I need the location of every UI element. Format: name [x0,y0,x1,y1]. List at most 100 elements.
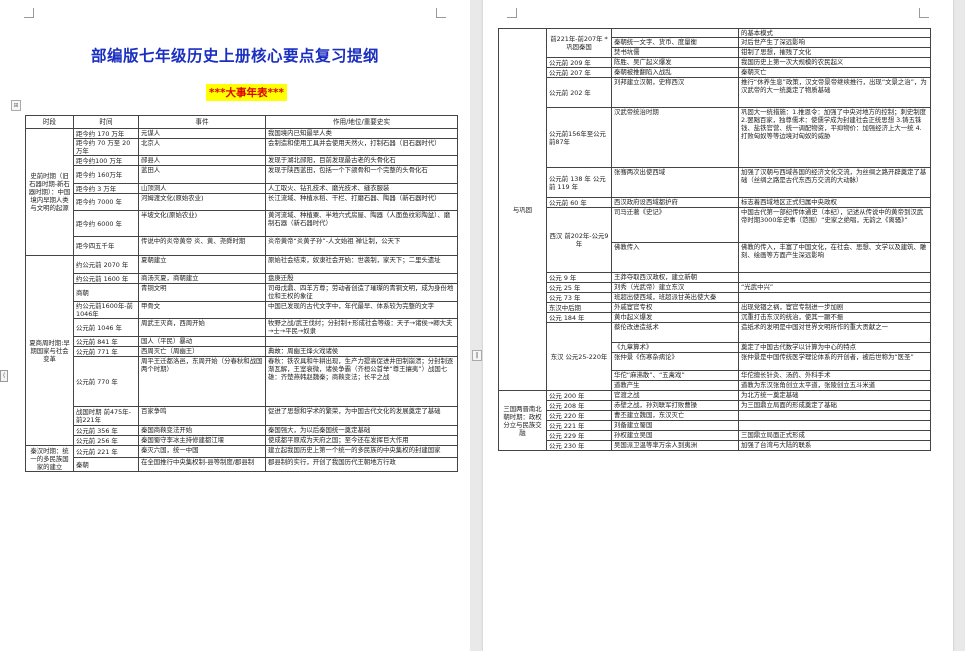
table-row: 公元 229 年孙权建立吴国 三国鼎立局面正式形成 [499,430,931,441]
table-row: 公元 73 年班超出使西域，班超派甘英出使大秦 [499,292,931,303]
time-cell: 东汉 公元25-220年 [546,322,612,391]
time-cell: 战国时期 前475年-前221年 [73,406,139,426]
note-cell: 会制造和使用工具并会使用天然火，打制石器（旧石器时代） [265,138,458,156]
time-cell: 公元前 221 年 [73,445,139,458]
event-cell: 西周灭亡（周幽王） [138,346,266,357]
note-cell: 秦国强大，为以后秦国统一奠定基础 [265,425,458,436]
time-cell: 距今四五千年 [73,236,139,256]
event-cell: 秦国商鞅变法开始 [138,425,266,436]
note-cell [738,292,931,303]
event-cell: 蔡伦改进造纸术 [611,322,739,343]
event-cell: 赤壁之战，孙刘联军打败曹操 [611,400,739,411]
note-cell: 原始社会结束，奴隶社会开始：世袭制，家天下；二里头遗址 [265,255,458,274]
event-cell: 张骞两次出使西域 [611,167,739,198]
event-cell: 华佗“麻沸散”、“五禽戏” [611,370,739,381]
note-cell: 奠定了中国古代数学以计算为中心的特点 [738,342,931,353]
chronology-table-1: 时段 时间 事件 作用/地位/重要史实 史前时期（旧石器时期-新石器时期）：中国… [25,115,458,472]
time-cell: 公元 230 年 [546,440,612,451]
time-cell: 距今约 3 万年 [73,183,139,194]
event-cell: 北京人 [138,138,266,156]
note-cell: 春秋：铁农具和牛耕出现，生产力提高促进井田制崩溃；分封制逐渐瓦解，王室衰微，诸侯… [265,356,458,407]
table-row: 公元前 209 年陈胜、吴广起义爆发 我国历史上第一次大规模的农民起义 [499,57,931,68]
time-cell: 公元前 207 年 [546,67,612,78]
time-cell: 距今约 170 万年 [73,128,139,139]
note-cell: 为北方统一奠定基础 [738,390,931,401]
table-row: 与巩固 前221年-前207年 *巩固秦国 的基本模式 [498,28,931,391]
section-badge: ***大事年表*** [206,84,287,101]
table-row: 公元 221 年刘备建立蜀国 [499,420,931,431]
table-row: 距今约 7000 年河姆渡文化(原始农业) 长江流域、种植水稻、干栏、打磨石器、陶… [26,193,458,211]
note-cell: 牧野之战/武王伐纣；分封制+形成社会等级：天子→诸侯→卿大夫→士→平民→奴隶 [265,318,458,337]
time-cell: 公元前 771 年 [73,346,139,357]
note-cell: 盘庚迁殷 [265,273,458,284]
note-cell: 我国境内已知最早人类 [265,128,458,139]
collapse-arrow-icon[interactable]: ⟨ [0,370,8,382]
event-cell: 外戚宦官专权 [611,302,739,313]
note-cell: 道教为东汉张角创立太平道，张陵创立五斗米道 [738,380,931,391]
page-split-handle-icon[interactable]: ‖ [472,350,482,361]
document-page-2: 与巩固 前221年-前207年 *巩固秦国 的基本模式 秦朝统一文字、货币、度量衡 对后… [483,0,953,651]
table-row: 夏商周时期:早期国家与社会变革 约公元前 2070 年夏朝建立 原始社会结束，奴隶社… [25,255,458,446]
time-cell: 东汉中后期 [546,302,612,313]
event-cell: 王莽夺取西汉政权，建立新朝 [611,272,739,283]
period-cell: 秦汉时期：统一的多民族国家的建立 [25,445,74,472]
note-cell: 推行“休养生息”政策，汉文帝景帝继续推行，出现“文景之治”，为汉武帝的大一统奠定… [738,77,931,108]
table-row: 公元 184 年黄巾起义爆发 沉重打击东汉的统治，使其一蹶不振 [499,312,931,323]
table-row: 公元前 207 年秦朝被推翻陷入战乱 秦朝灭亡 [499,67,931,78]
note-cell: 中国古代第一部纪传体通史（本纪），记述从传说中的黄帝到汉武帝时期3000年史事（… [738,207,931,243]
event-cell: 商汤灭夏，商朝建立 [138,273,266,284]
note-cell: 标志着西域地区正式归属中央政权 [738,197,931,208]
event-cell: 《九章算术》 [611,342,739,353]
note-cell: 的基本模式 [738,28,931,38]
time-cell: 距今约100 万年 [73,155,139,166]
table-row: 约公元前 1600 年商汤灭夏，商朝建立 盘庚迁殷 [26,273,458,284]
table-row: 约公元前1600年-前1046年 甲骨文 中国已发现的古代文字中，年代最早、体系较为… [26,301,458,319]
event-cell: 甲骨文 [138,301,266,319]
time-cell: 距今约 160万年 [73,165,139,184]
table-row: 公元 208 年赤壁之战，孙刘联军打败曹操 为三国鼎立局面的形成奠定了基础 [499,400,931,411]
table-row: 距今四五千年 传说中的炎帝黄帝 炎、黄、尧舜时期 炎帝黄帝“炎黄子孙”-人文始祖 禅… [26,236,458,256]
table-row: 公元前 202 年刘邦建立汉朝，史称西汉 推行“休养生息”政策，汉文帝景帝继续推行… [499,77,931,108]
time-cell: 公元 221 年 [546,420,612,431]
note-cell: 长江流域、种植水稻、干栏、打磨石器、陶器（新石器时代） [265,193,458,211]
note-cell: 造纸术的发明是中国对世界文明所作的重大贡献之一 [738,322,931,343]
note-cell: 典故：周幽王烽火戏诸侯 [265,346,458,357]
table-row: 公元前 138 年 公元前 119 年张骞两次出使西域 加强了汉朝与西域各国的经济… [499,167,931,198]
note-cell: 发现于陕西蓝田，包括一个下颌骨和一个完整的头骨化石 [265,165,458,184]
time-cell: 约公元前 1600 年 [73,273,139,284]
note-cell: 加强了台湾与大陆的联系 [738,440,931,451]
time-cell: 公元 25 年 [546,282,612,293]
note-cell: 使成都平原成为天府之国；至今还在发挥巨大作用 [265,435,458,446]
table-row: 公元 9 年王莽夺取西汉政权，建立新朝 [499,272,931,283]
time-cell: 公元前 60 年 [546,197,612,208]
time-cell: 西汉 前202年-公元9年 [546,207,612,273]
note-cell: 炎帝黄帝“炎黄子孙”-人文始祖 禅让制，公天下 [265,236,458,256]
event-cell: 秦朝统一文字、货币、度量衡 [611,37,739,48]
table-row: 距今约100 万年 郧县人 发现于湖北郧阳，目前发现最古老的头骨化石 [26,155,458,166]
event-cell: 河姆渡文化(原始农业) [138,193,266,211]
page-corner-mark [507,8,517,18]
note-cell: 三国鼎立局面正式形成 [738,430,931,441]
note-cell: 促进了思想和学术的繁荣，为中国古代文化的发展奠定了基础 [265,406,458,426]
table-row: 东汉 公元25-220年 蔡伦改进造纸术 造纸术的发明是中国对世界文明所作的重大贡献… [499,322,931,391]
note-cell: 为三国鼎立局面的形成奠定了基础 [738,400,931,411]
event-cell: 黄巾起义爆发 [611,312,739,323]
header-period: 时段 [25,115,74,129]
event-cell: 在全国推行中央集权制-县等制度/郡县制 [138,457,266,472]
time-cell: 公元前 1046 年 [73,318,139,337]
time-cell: 公元 200 年 [546,390,612,401]
event-cell: 刘邦建立汉朝，史称西汉 [611,77,739,108]
period-cell: 夏商周时期:早期国家与社会变革 [25,255,74,446]
note-cell: “光武中兴” [738,282,931,293]
table-row: 秦汉时期：统一的多民族国家的建立 公元前 221 年秦灭六国，统一中国 建立起我国历… [25,445,458,472]
header-time: 时间 [73,115,139,129]
event-cell: 周平王迁都洛邑，东周开始（分春秋和战国两个时期） [138,356,266,407]
note-cell [738,410,931,421]
note-cell: 沉重打击东汉的统治，使其一蹶不振 [738,312,931,323]
event-cell: 汉武帝统治时期 [611,107,739,168]
note-cell [265,336,458,347]
table-row: 公元前 60 年西汉政府设西域都护府 标志着西域地区正式归属中央政权 [499,197,931,208]
chronology-table-2: 与巩固 前221年-前207年 *巩固秦国 的基本模式 秦朝统一文字、货币、度量衡 对后… [498,28,931,451]
table-row: 西汉 前202年-公元9年 司马迁著《史记》 中国古代第一部纪传体通史（本纪），记述… [499,207,931,273]
table-move-handle[interactable]: ⊞ [11,100,21,111]
